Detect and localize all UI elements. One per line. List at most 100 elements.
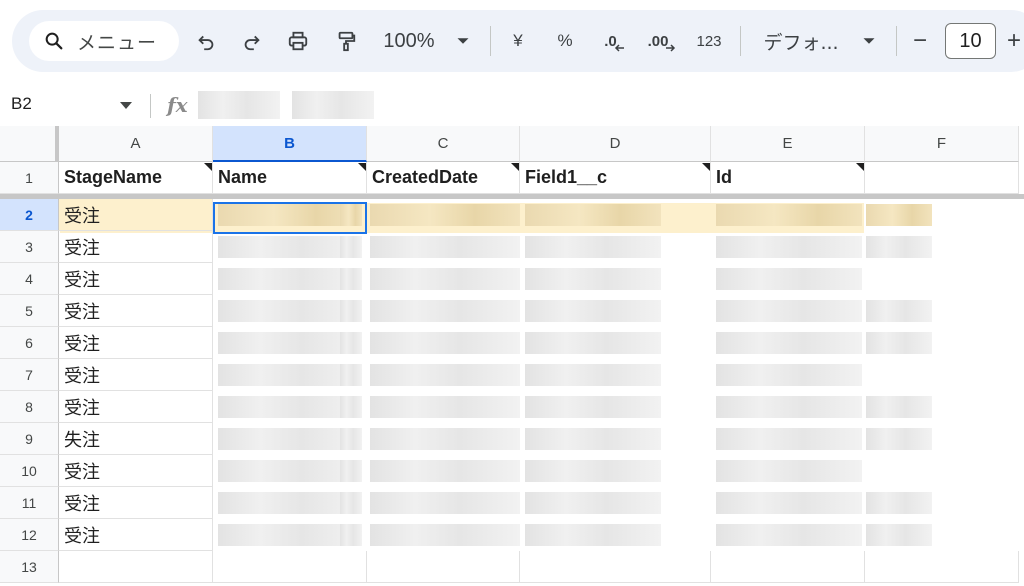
redacted-cell[interactable]: [340, 236, 362, 258]
row-header-2[interactable]: 2: [0, 199, 59, 231]
redacted-cell[interactable]: [218, 364, 358, 386]
currency-format-button[interactable]: ¥: [506, 10, 530, 72]
redacted-cell[interactable]: [340, 332, 362, 354]
print-button[interactable]: [284, 10, 312, 72]
decrease-font-size-button[interactable]: −: [908, 10, 932, 72]
redacted-cell[interactable]: [525, 204, 661, 226]
redacted-cell[interactable]: [525, 300, 661, 322]
redacted-cell[interactable]: [866, 492, 932, 514]
row-header-10[interactable]: 10: [0, 455, 59, 487]
redacted-cell[interactable]: [866, 300, 932, 322]
formula-content-redacted[interactable]: [198, 91, 280, 119]
column-header-c[interactable]: C: [367, 126, 520, 162]
column-header-e[interactable]: E: [711, 126, 865, 162]
undo-button[interactable]: [192, 10, 220, 72]
redacted-cell[interactable]: [525, 236, 661, 258]
zoom-select[interactable]: 100%: [378, 10, 440, 72]
redacted-cell[interactable]: [370, 236, 520, 258]
note-indicator[interactable]: [204, 163, 212, 171]
redacted-cell[interactable]: [218, 396, 358, 418]
empty-cell[interactable]: [865, 162, 1019, 194]
selected-cell-outline[interactable]: [213, 202, 367, 234]
redacted-cell[interactable]: [340, 460, 362, 482]
empty-cell[interactable]: [711, 551, 865, 583]
empty-cell[interactable]: [367, 551, 520, 583]
redacted-cell[interactable]: [218, 460, 358, 482]
paint-format-button[interactable]: [332, 10, 360, 72]
redacted-cell[interactable]: [218, 268, 358, 290]
column-header-d[interactable]: D: [520, 126, 711, 162]
more-formats-button[interactable]: 123: [692, 10, 726, 72]
stage-cell[interactable]: 受注: [59, 487, 213, 519]
redacted-cell[interactable]: [716, 460, 862, 482]
stage-cell[interactable]: 受注: [59, 519, 213, 551]
name-box[interactable]: B2: [11, 94, 32, 114]
stage-cell[interactable]: 受注: [59, 455, 213, 487]
redacted-cell[interactable]: [716, 204, 862, 226]
font-dropdown-arrow[interactable]: [858, 10, 880, 72]
redacted-cell[interactable]: [370, 300, 520, 322]
empty-cell[interactable]: [520, 551, 711, 583]
redacted-cell[interactable]: [340, 300, 362, 322]
menu-search-button[interactable]: メニュー: [29, 21, 179, 61]
redacted-cell[interactable]: [525, 524, 661, 546]
row-header-4[interactable]: 4: [0, 263, 59, 295]
empty-cell[interactable]: [865, 551, 1019, 583]
redacted-cell[interactable]: [370, 204, 520, 226]
redacted-cell[interactable]: [525, 268, 661, 290]
redacted-cell[interactable]: [716, 268, 862, 290]
header-cell-id[interactable]: Id: [711, 162, 865, 194]
row-header-8[interactable]: 8: [0, 391, 59, 423]
redacted-cell[interactable]: [218, 332, 358, 354]
row-header-5[interactable]: 5: [0, 295, 59, 327]
column-header-f[interactable]: F: [865, 126, 1019, 162]
redacted-cell[interactable]: [370, 524, 520, 546]
note-indicator[interactable]: [856, 163, 864, 171]
redacted-cell[interactable]: [716, 332, 862, 354]
redacted-cell[interactable]: [866, 396, 932, 418]
redacted-cell[interactable]: [866, 204, 932, 226]
redacted-cell[interactable]: [525, 332, 661, 354]
note-indicator[interactable]: [358, 163, 366, 171]
redacted-cell[interactable]: [218, 300, 358, 322]
row-header-1[interactable]: 1: [0, 162, 59, 194]
increase-font-size-button[interactable]: +: [1006, 10, 1022, 72]
row-header-12[interactable]: 12: [0, 519, 59, 551]
percent-format-button[interactable]: %: [552, 10, 578, 72]
redacted-cell[interactable]: [370, 332, 520, 354]
column-header-a[interactable]: A: [59, 126, 213, 162]
redacted-cell[interactable]: [218, 428, 358, 450]
redacted-cell[interactable]: [716, 524, 862, 546]
redacted-cell[interactable]: [370, 428, 520, 450]
stage-cell[interactable]: 受注: [59, 295, 213, 327]
select-all-corner[interactable]: [0, 126, 59, 162]
redacted-cell[interactable]: [340, 492, 362, 514]
redacted-cell[interactable]: [525, 492, 661, 514]
decrease-decimal-button[interactable]: .0: [598, 10, 632, 72]
row-header-11[interactable]: 11: [0, 487, 59, 519]
redacted-cell[interactable]: [370, 460, 520, 482]
redacted-cell[interactable]: [525, 428, 661, 450]
row-header-13[interactable]: 13: [0, 551, 59, 583]
redacted-cell[interactable]: [340, 268, 362, 290]
redacted-cell[interactable]: [370, 492, 520, 514]
redacted-cell[interactable]: [218, 492, 358, 514]
stage-cell[interactable]: 受注: [59, 231, 213, 263]
stage-cell[interactable]: 受注: [59, 263, 213, 295]
row-header-7[interactable]: 7: [0, 359, 59, 391]
redacted-cell[interactable]: [716, 364, 862, 386]
stage-cell[interactable]: 受注: [59, 359, 213, 391]
redacted-cell[interactable]: [866, 332, 932, 354]
redacted-cell[interactable]: [370, 396, 520, 418]
redacted-cell[interactable]: [340, 364, 362, 386]
redacted-cell[interactable]: [716, 428, 862, 450]
redacted-cell[interactable]: [525, 364, 661, 386]
row-header-6[interactable]: 6: [0, 327, 59, 359]
redacted-cell[interactable]: [370, 268, 520, 290]
font-select[interactable]: デフォ...: [758, 10, 844, 72]
stage-cell[interactable]: 受注: [59, 199, 213, 231]
column-header-b[interactable]: B: [213, 126, 367, 162]
redacted-cell[interactable]: [525, 460, 661, 482]
redacted-cell[interactable]: [340, 396, 362, 418]
redacted-cell[interactable]: [866, 236, 932, 258]
